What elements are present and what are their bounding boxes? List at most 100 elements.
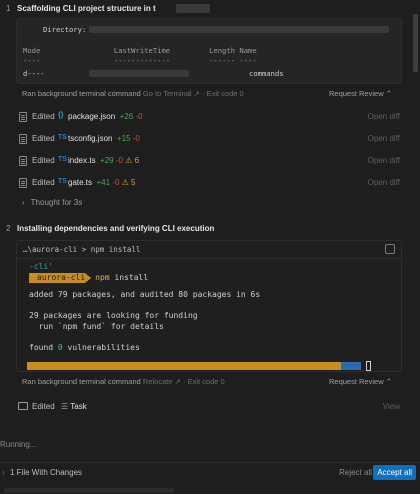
- edited-file-row[interactable]: Edited {} package.json +26 -0 Open diff: [16, 110, 402, 126]
- edited-file-row[interactable]: Edited TS tsconfig.json +15 -0 Open diff: [16, 132, 402, 148]
- step-number: 2: [6, 224, 11, 233]
- task-name[interactable]: ☰ Task: [61, 402, 87, 411]
- additions-count: +41: [96, 178, 111, 187]
- output-line: added 79 packages, and audited 80 packag…: [29, 290, 261, 299]
- document-icon: [19, 178, 27, 188]
- deletions-count: -0: [135, 112, 143, 121]
- typescript-icon: TS: [58, 178, 67, 185]
- chevron-up-icon: ⌃: [385, 377, 392, 386]
- command-status: Ran background terminal command Relocate…: [22, 377, 225, 386]
- directory-label: Directory:: [43, 25, 87, 34]
- listing-dashes: ---- ------------- ------ ----: [23, 56, 257, 65]
- deletions-count: -0: [115, 156, 123, 165]
- open-diff-button[interactable]: Open diff: [368, 134, 400, 143]
- listing-headers: Mode LastWriteTime Length Name: [23, 46, 257, 55]
- copy-icon[interactable]: [385, 244, 395, 254]
- files-changed-label[interactable]: 1 File With Changes: [10, 468, 82, 477]
- step-title: Scaffolding CLI project structure in t: [17, 4, 156, 13]
- external-link-icon[interactable]: ↗: [175, 377, 181, 386]
- chevron-right-icon[interactable]: ›: [2, 468, 5, 477]
- directory-listing: Directory: Mode LastWriteTime Length Nam…: [16, 18, 402, 84]
- redacted-text: [176, 4, 210, 13]
- json-icon: {}: [58, 112, 64, 119]
- list-icon: ☰: [61, 402, 69, 411]
- output-line: run `npm fund` for details: [29, 322, 164, 331]
- open-diff-button[interactable]: Open diff: [368, 112, 400, 121]
- book-icon: [18, 402, 28, 410]
- warning-icon: ⚠: [125, 156, 133, 165]
- deletions-count: -0: [112, 178, 120, 187]
- additions-count: +26: [119, 112, 134, 121]
- edited-task-row[interactable]: Edited ☰ Task View: [16, 400, 402, 414]
- terminal-block: …\aurora-cli > npm install -cli' aurora-…: [16, 240, 402, 372]
- status-bar-segment: [341, 362, 361, 370]
- file-name[interactable]: gate.ts +41 -0 ⚠ 5: [68, 178, 136, 187]
- document-icon: [19, 134, 27, 144]
- thought-toggle[interactable]: › Thought for 3s: [22, 198, 82, 207]
- redacted-text: [4, 488, 174, 493]
- prompt-argument: install: [114, 273, 149, 282]
- terminal-output: -cli' aurora-cli npm install added 79 pac…: [29, 261, 260, 353]
- prompt-directory: aurora-cli: [29, 273, 92, 283]
- command-line: …\aurora-cli > npm install: [23, 245, 141, 254]
- edited-label: Edited: [32, 178, 55, 187]
- redacted-date: [89, 70, 189, 77]
- cut-off-input-row: [0, 486, 420, 494]
- step-1-header: 1 Scaffolding CLI project structure in t: [0, 4, 410, 16]
- cli-tag: -cli': [29, 262, 54, 271]
- scrollbar[interactable]: [412, 0, 418, 494]
- typescript-icon: TS: [58, 156, 67, 163]
- chevron-up-icon: ⌃: [385, 89, 392, 98]
- edited-file-row[interactable]: Edited TS gate.ts +41 -0 ⚠ 5 Open diff: [16, 176, 402, 192]
- file-name[interactable]: tsconfig.json +15 -0: [68, 134, 140, 143]
- typescript-icon: TS: [58, 134, 67, 141]
- warning-count: 5: [131, 178, 136, 187]
- additions-count: +15: [116, 134, 131, 143]
- edited-label: Edited: [32, 156, 55, 165]
- document-icon: [19, 156, 27, 166]
- external-link-icon[interactable]: ↗: [194, 89, 200, 98]
- relocate-link[interactable]: Relocate: [143, 377, 173, 386]
- thought-label: Thought for 3s: [30, 198, 83, 207]
- document-icon: [19, 112, 27, 122]
- warning-count: 6: [134, 156, 140, 165]
- step-2-header: 2 Installing dependencies and verifying …: [0, 224, 410, 236]
- warning-icon: ⚠: [121, 178, 129, 187]
- file-name[interactable]: index.ts +29 -0 ⚠ 6: [68, 156, 139, 165]
- accept-all-button[interactable]: Accept all: [373, 465, 416, 480]
- terminal-cursor: [366, 361, 371, 371]
- go-to-terminal-link[interactable]: Go to Terminal: [143, 89, 192, 98]
- prompt-line: aurora-cli npm install: [29, 272, 260, 283]
- deletions-count: -0: [132, 134, 140, 143]
- reject-all-button[interactable]: Reject all: [339, 468, 372, 477]
- output-line: 29 packages are looking for funding: [29, 311, 198, 320]
- redacted-path: [89, 26, 389, 33]
- edited-label: Edited: [32, 112, 55, 121]
- command-footer: Ran background terminal command Relocate…: [16, 373, 402, 391]
- request-review-button[interactable]: Request Review ⌃: [329, 377, 392, 386]
- exit-code: · Exit code 0: [202, 89, 244, 98]
- chevron-right-icon: ›: [22, 198, 25, 207]
- command-footer: Ran background terminal command Go to Te…: [16, 85, 402, 103]
- request-review-button[interactable]: Request Review ⌃: [329, 89, 392, 98]
- command-status: Ran background terminal command Go to Te…: [22, 89, 244, 98]
- additions-count: +29: [100, 156, 114, 165]
- view-button[interactable]: View: [383, 402, 400, 411]
- terminal-status-bar: [27, 362, 361, 370]
- listing-row-mode: d----: [23, 69, 45, 78]
- file-name[interactable]: package.json +26 -0: [68, 112, 143, 121]
- scrollbar-thumb[interactable]: [413, 14, 418, 72]
- listing-row-name: commands: [249, 69, 284, 78]
- divider: [17, 258, 401, 259]
- step-title: Installing dependencies and verifying CL…: [17, 224, 215, 233]
- edited-label: Edited: [32, 402, 55, 411]
- edited-file-row[interactable]: Edited TS index.ts +29 -0 ⚠ 6 Open diff: [16, 154, 402, 170]
- open-diff-button[interactable]: Open diff: [368, 156, 400, 165]
- open-diff-button[interactable]: Open diff: [368, 178, 400, 187]
- prompt-command: npm: [95, 273, 110, 282]
- running-status: Running...: [0, 440, 37, 449]
- edited-label: Edited: [32, 134, 55, 143]
- changes-bar: › 1 File With Changes Reject all Accept …: [0, 462, 420, 482]
- exit-code: · Exit code 0: [183, 377, 225, 386]
- step-number: 1: [6, 4, 11, 13]
